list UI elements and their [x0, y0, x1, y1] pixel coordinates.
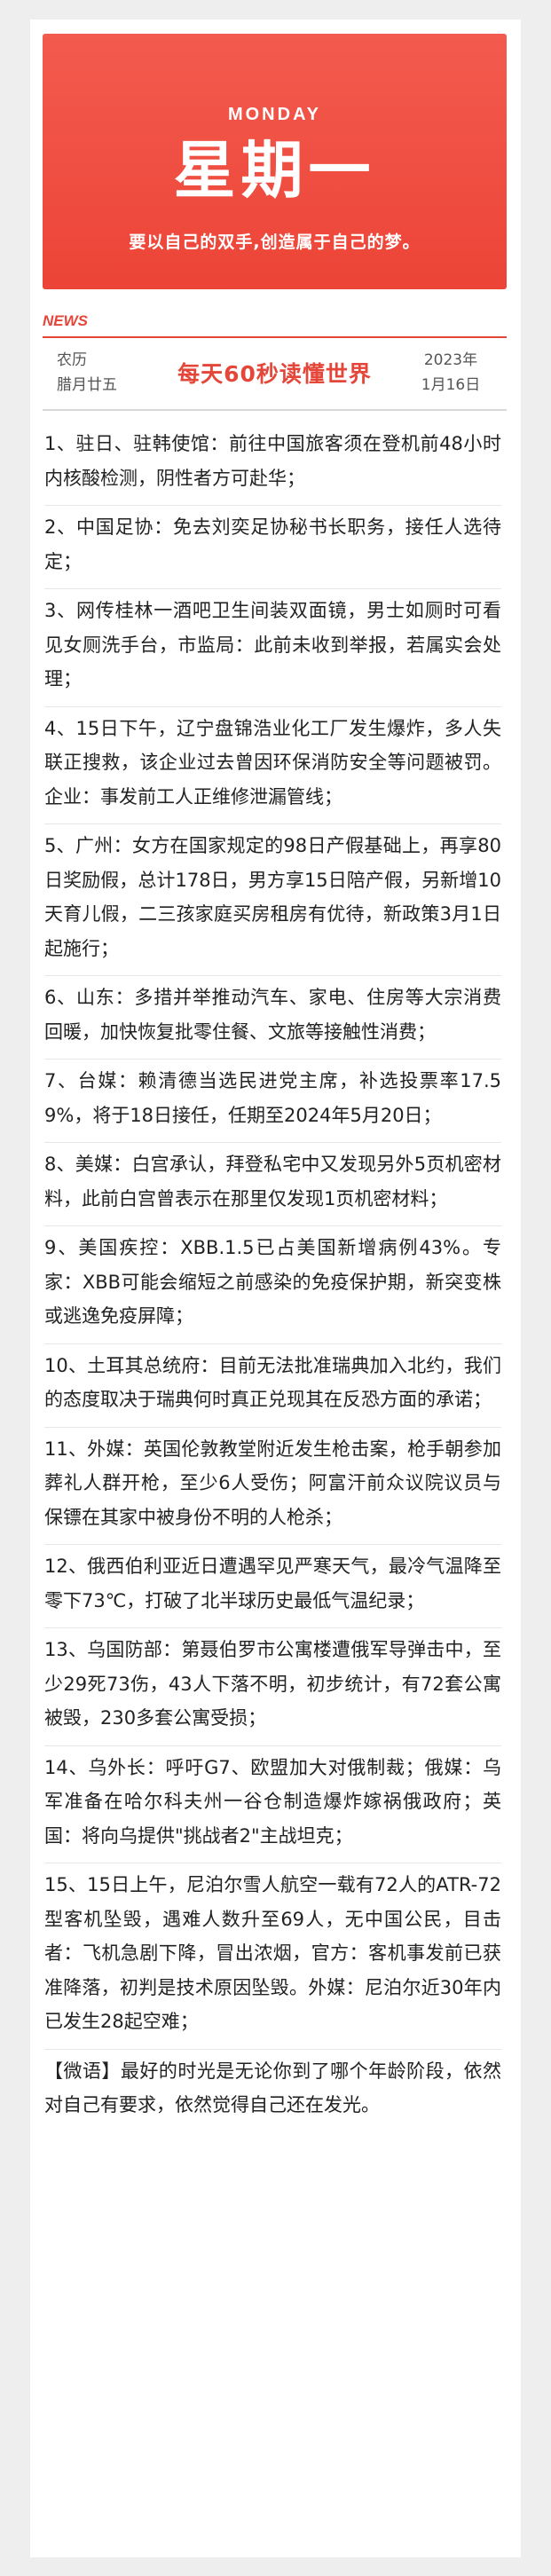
news-item: 11、外媒：英国伦敦教堂附近发生枪击案，枪手朝参加葬礼人群开枪，至少6人受伤；阿… — [44, 1428, 501, 1545]
date-header: 农历 腊月廿五 每天60秒读懂世界 2023年 1月16日 — [43, 344, 507, 401]
news-item: 2、中国足协：免去刘奕足协秘书长职务，接任人选待定； — [44, 506, 501, 589]
news-item: 3、网传桂林一酒吧卫生间装双面镜，男士如厕时可看见女厕洗手台，市监局：此前未收到… — [44, 589, 501, 707]
date-day: 1月16日 — [421, 376, 481, 394]
news-list: 1、驻日、驻韩使馆：前往中国旅客须在登机前48小时内核酸检测，阴性者方可赴华； … — [44, 422, 501, 2132]
news-item: 4、15日下午，辽宁盘锦浩业化工厂发生爆炸，多人失联正搜救，该企业过去曾因环保消… — [44, 707, 501, 824]
header-banner: MONDAY 星期一 要以自己的双手,创造属于自己的梦。 — [43, 34, 507, 289]
news-item: 12、俄西伯利亚近日遭遇罕见严寒天气，最冷气温降至零下73℃，打破了北半球历史最… — [44, 1545, 501, 1628]
news-item: 1、驻日、驻韩使馆：前往中国旅客须在登机前48小时内核酸检测，阴性者方可赴华； — [44, 422, 501, 506]
news-label: NEWS — [43, 312, 88, 329]
news-item: 5、广州：女方在国家规定的98日产假基础上，再享80日奖励假，总计178日，男方… — [44, 824, 501, 976]
date-year: 2023年 — [423, 351, 478, 369]
news-item: 13、乌国防部：第聂伯罗市公寓楼遭俄军导弹击中，至少29死73伤，43人下落不明… — [44, 1628, 501, 1746]
news-item: 7、台媒：赖清德当选民进党主席，补选投票率17.59%，将于18日接任，任期至2… — [44, 1060, 501, 1143]
news-item: 6、山东：多措并举推动汽车、家电、住房等大宗消费回暖，加快恢复批零住餐、文旅等接… — [44, 976, 501, 1060]
news-item: 10、土耳其总统府：目前无法批准瑞典加入北约，我们的态度取决于瑞典何时真正兑现其… — [44, 1344, 501, 1428]
gray-divider — [43, 409, 507, 411]
news-item: 14、乌外长：呼吁G7、欧盟加大对俄制裁；俄媒：乌军准备在哈尔科夫州一谷仓制造爆… — [44, 1746, 501, 1863]
red-divider — [43, 336, 507, 338]
news-item: 8、美媒：白宫承认，拜登私宅中又发现另外5页机密材料，此前白宫曾表示在那里仅发现… — [44, 1143, 501, 1226]
weekday-chinese: 星期一 — [173, 134, 376, 207]
banner-motto: 要以自己的双手,创造属于自己的梦。 — [129, 232, 421, 252]
weekday-english: MONDAY — [227, 105, 322, 124]
gregorian-date: 2023年 1月16日 — [411, 348, 491, 398]
news-item: 15、15日上午，尼泊尔雪人航空一载有72人的ATR-72型客机坠毁，遇难人数升… — [44, 1863, 501, 2050]
news-card: MONDAY 星期一 要以自己的双手,创造属于自己的梦。 NEWS 农历 腊月廿… — [30, 20, 521, 2557]
news-item: 9、美国疾控：XBB.1.5已占美国新增病例43%。专家：XBB可能会缩短之前感… — [44, 1226, 501, 1344]
quote-item: 【微语】最好的时光是无论你到了哪个年龄阶段，依然对自己有要求，依然觉得自己还在发… — [44, 2060, 501, 2116]
